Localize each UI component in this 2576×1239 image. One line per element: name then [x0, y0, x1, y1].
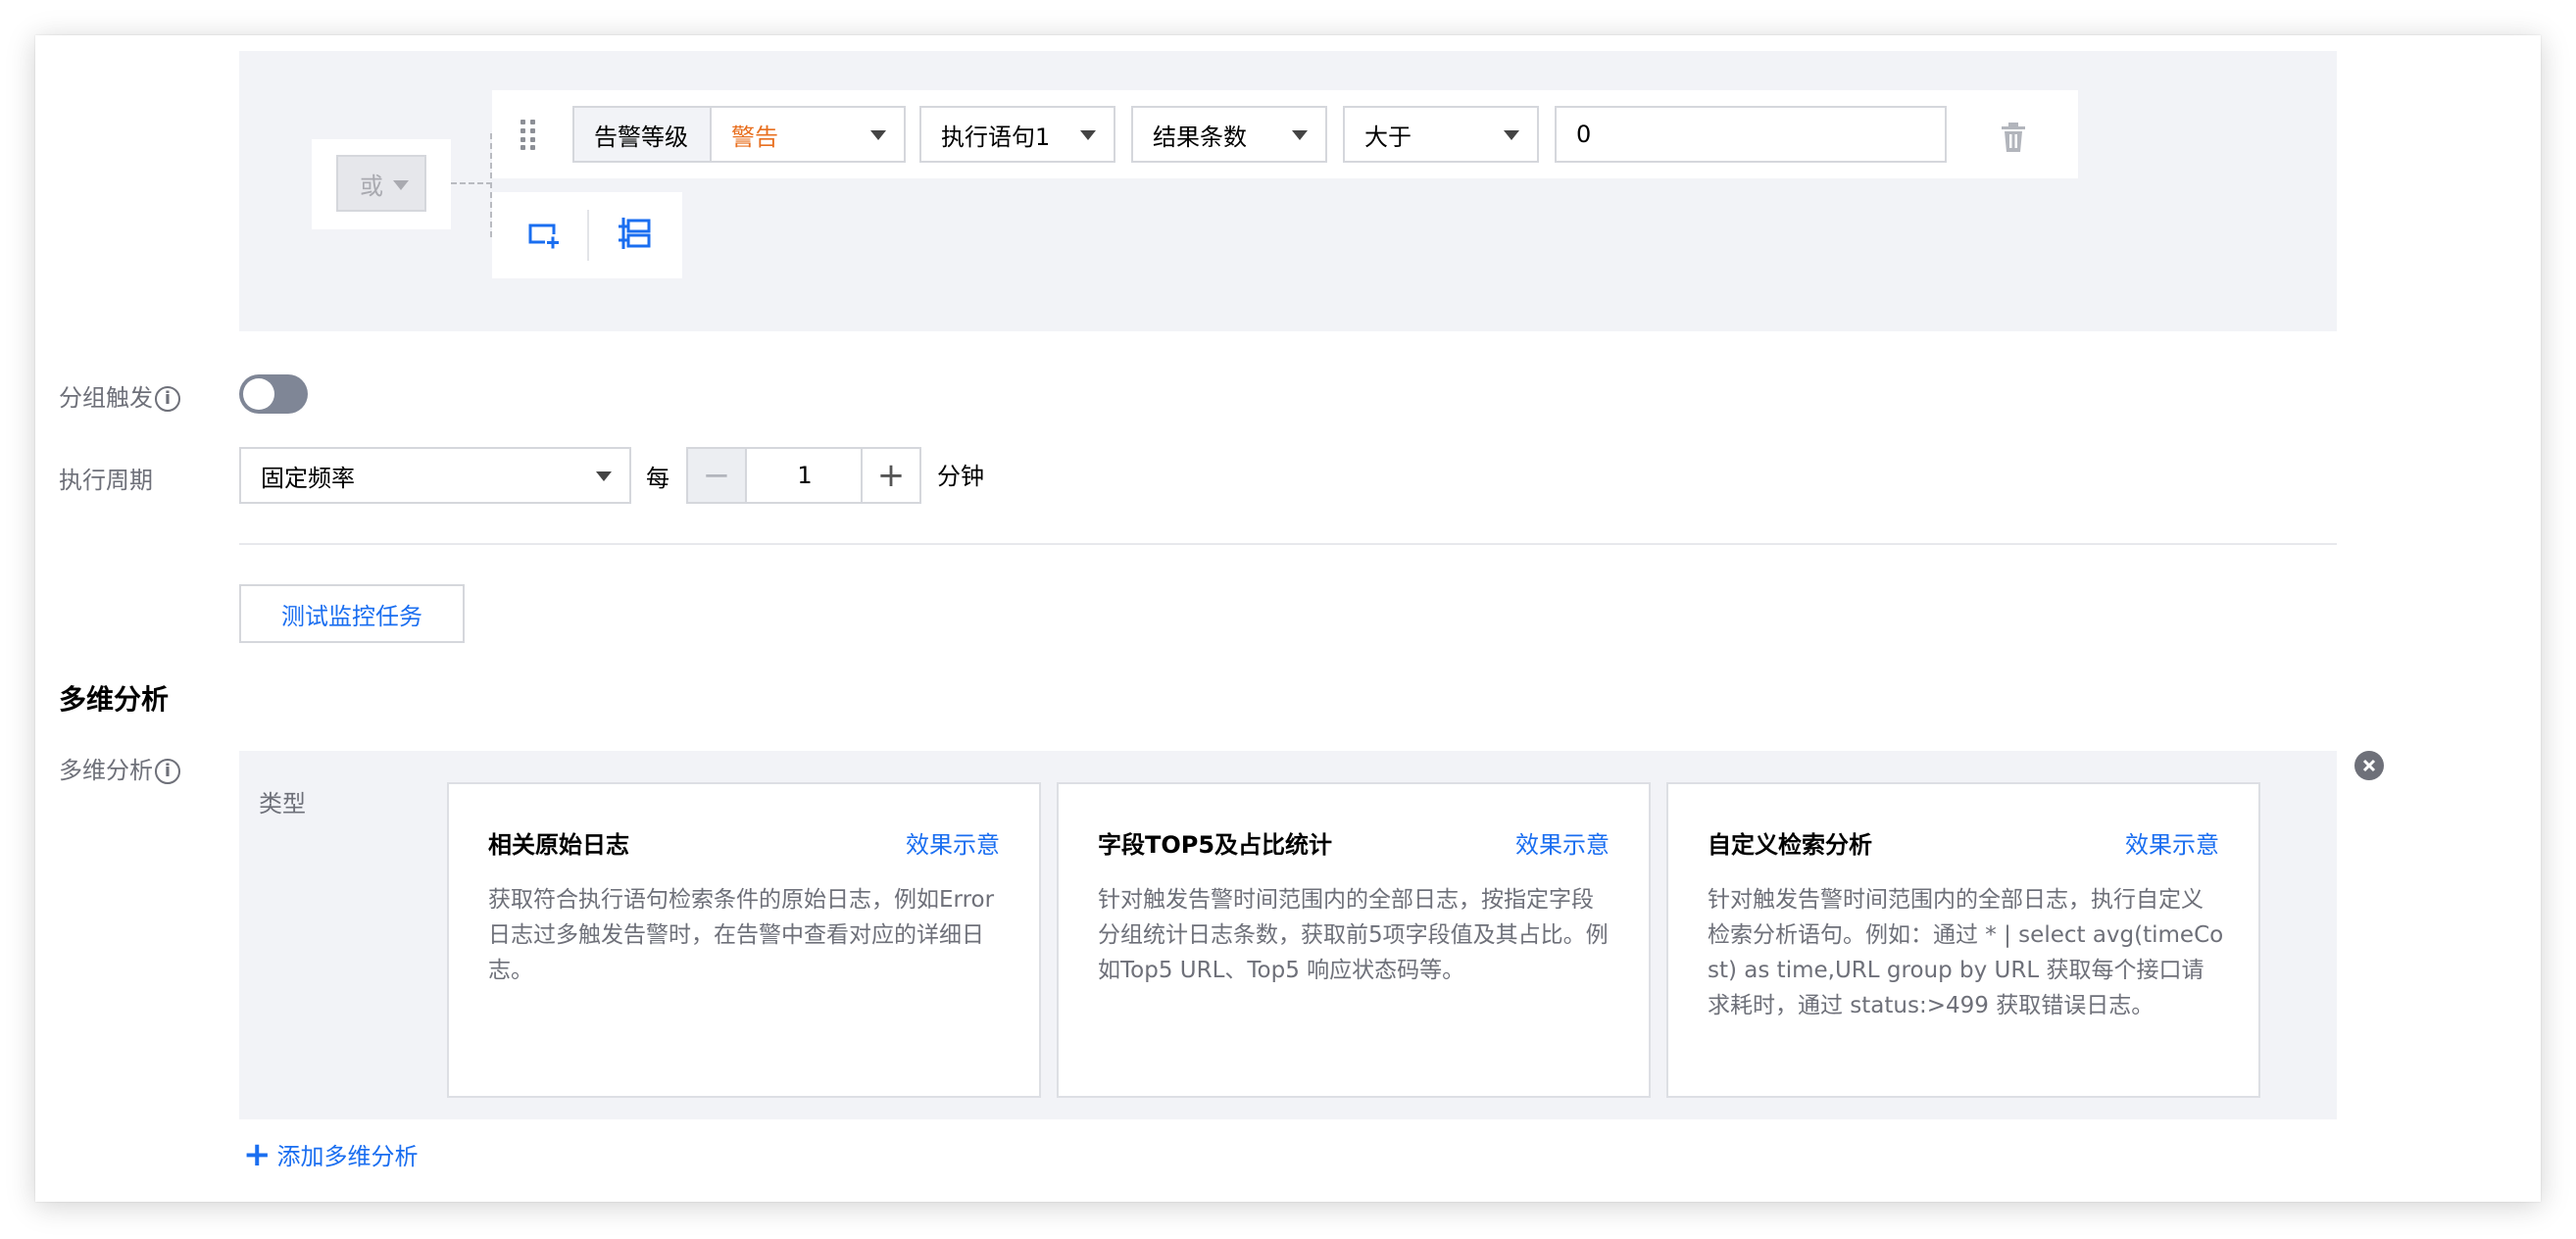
chevron-down-icon — [870, 130, 886, 140]
alert-level-value: 警告 — [731, 123, 778, 151]
statement-select[interactable]: 执行语句1 — [919, 106, 1115, 163]
decrement-button[interactable]: − — [686, 447, 747, 504]
add-analysis-label: 添加多维分析 — [276, 1143, 419, 1170]
card-description: 针对触发告警时间范围内的全部日志，按指定字段分组统计日志条数，获取前5项字段值及… — [1098, 887, 1609, 983]
metric-select[interactable]: 结果条数 — [1131, 106, 1327, 163]
trash-icon[interactable] — [1996, 120, 2031, 155]
card-description: 针对触发告警时间范围内的全部日志，执行自定义检索分析语句。例如：通过 * | s… — [1708, 887, 2224, 1018]
analysis-card-raw-logs[interactable]: 相关原始日志 效果示意 获取符合执行语句检索条件的原始日志，例如Error日志过… — [447, 782, 1041, 1098]
card-description: 获取符合执行语句检索条件的原始日志，例如Error日志过多触发告警时，在告警中查… — [488, 887, 995, 983]
logic-operator-value: 或 — [360, 172, 383, 200]
increment-button[interactable]: + — [861, 447, 921, 504]
chevron-down-icon — [596, 471, 612, 481]
exec-cycle-label: 执行周期 — [59, 467, 153, 494]
statement-value: 执行语句1 — [941, 123, 1051, 151]
every-text: 每 — [646, 465, 669, 492]
interval-unit: 分钟 — [937, 463, 984, 490]
alert-level-select[interactable]: 警告 — [710, 106, 906, 163]
comparator-value: 大于 — [1364, 123, 1412, 151]
preview-link[interactable]: 效果示意 — [1515, 825, 1610, 860]
connector-line — [451, 182, 492, 184]
card-title: 相关原始日志 — [488, 831, 629, 859]
card-title: 自定义检索分析 — [1708, 831, 1872, 859]
chevron-down-icon — [1504, 130, 1519, 140]
threshold-input[interactable]: 0 — [1555, 106, 1947, 163]
drag-handle-icon[interactable] — [518, 120, 541, 150]
test-monitor-task-button[interactable]: 测试监控任务 — [239, 584, 465, 643]
comparator-select[interactable]: 大于 — [1343, 106, 1539, 163]
chevron-down-icon — [393, 180, 409, 190]
add-condition-icon[interactable] — [525, 218, 561, 253]
app-window: 或 告警等级 警告 执行语句1 结果条数 大于 0 分组触发 i 执行周期 固定… — [35, 35, 2541, 1202]
add-analysis-link[interactable]: + 添加多维分析 — [243, 1137, 419, 1171]
section-title: 多维分析 — [59, 683, 170, 716]
group-trigger-toggle[interactable] — [239, 374, 308, 414]
close-icon[interactable] — [2354, 751, 2384, 780]
divider — [587, 210, 589, 261]
info-icon[interactable]: i — [155, 386, 180, 412]
add-group-icon[interactable] — [616, 214, 653, 253]
analysis-card-custom-search[interactable]: 自定义检索分析 效果示意 针对触发告警时间范围内的全部日志，执行自定义检索分析语… — [1666, 782, 2260, 1098]
metric-value: 结果条数 — [1153, 123, 1247, 151]
divider — [239, 543, 2337, 545]
logic-operator-select[interactable]: 或 — [336, 155, 426, 212]
threshold-value: 0 — [1576, 121, 1592, 148]
exec-mode-value: 固定频率 — [261, 464, 355, 492]
interval-input[interactable]: 1 — [747, 447, 863, 504]
chevron-down-icon — [1292, 130, 1308, 140]
alert-level-label: 告警等级 — [572, 106, 712, 163]
chevron-down-icon — [1080, 130, 1096, 140]
multi-analysis-label: 多维分析 i — [59, 751, 180, 785]
toggle-knob — [243, 378, 274, 410]
analysis-card-top5[interactable]: 字段TOP5及占比统计 效果示意 针对触发告警时间范围内的全部日志，按指定字段分… — [1057, 782, 1651, 1098]
plus-icon: + — [243, 1134, 272, 1174]
exec-mode-select[interactable]: 固定频率 — [239, 447, 631, 504]
preview-link[interactable]: 效果示意 — [2125, 825, 2219, 860]
info-icon[interactable]: i — [155, 759, 180, 784]
group-trigger-label: 分组触发 i — [59, 378, 180, 413]
card-title: 字段TOP5及占比统计 — [1098, 831, 1333, 859]
preview-link[interactable]: 效果示意 — [906, 825, 1000, 860]
type-label: 类型 — [259, 790, 306, 818]
